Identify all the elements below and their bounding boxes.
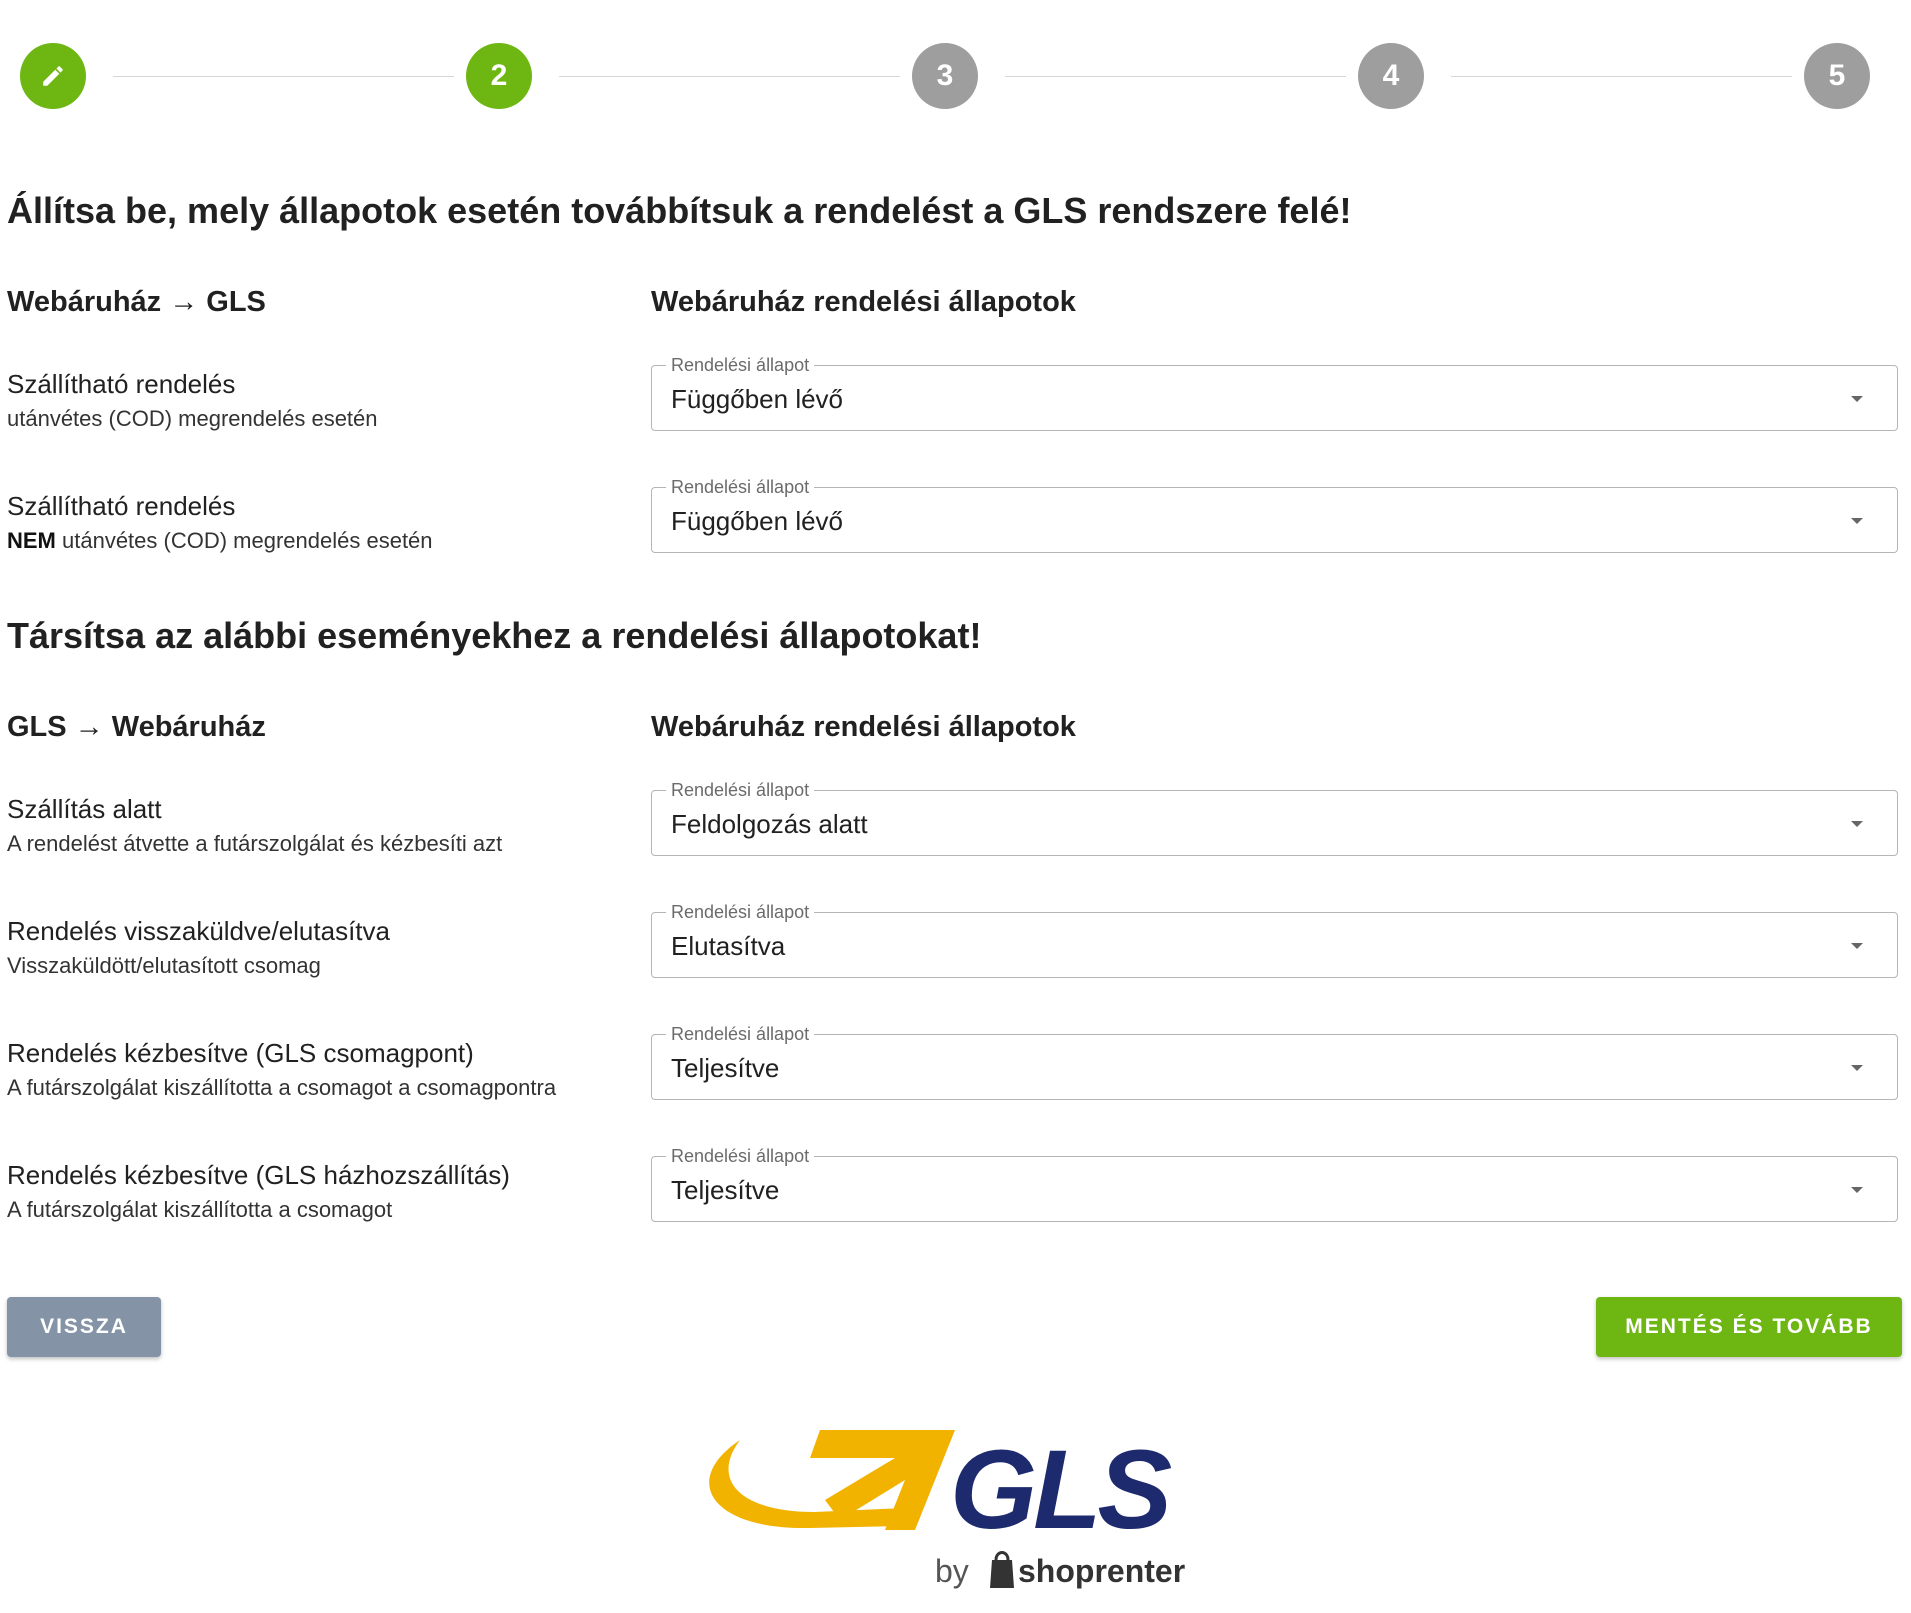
status-select-delivered-home[interactable]: Rendelési állapot Teljesítve xyxy=(651,1145,1898,1222)
step-connector xyxy=(1005,76,1346,77)
section1-title: Állítsa be, mely állapotok esetén tovább… xyxy=(7,190,1352,231)
status-select-in-transit[interactable]: Rendelési állapot Feldolgozás alatt xyxy=(651,779,1898,856)
row-desc: A futárszolgálat kiszállította a csomago… xyxy=(7,1197,393,1222)
row-delivered-parcelpoint-label: Rendelés kézbesítve (GLS csomagpont) A f… xyxy=(7,1037,556,1103)
row-desc: utánvétes (COD) megrendelés esetén xyxy=(7,406,378,431)
step-2-active[interactable]: 2 xyxy=(466,43,532,109)
select-value: Teljesítve xyxy=(671,1053,780,1083)
select-label: Rendelési állapot xyxy=(666,1023,815,1045)
select-label: Rendelési állapot xyxy=(666,476,815,498)
save-and-continue-button[interactable]: MENTÉS ÉS TOVÁBB xyxy=(1596,1297,1902,1357)
row-desc: NEM utánvétes (COD) megrendelés esetén xyxy=(7,528,433,553)
select-value: Feldolgozás alatt xyxy=(671,809,868,839)
step-1-done[interactable] xyxy=(20,43,86,109)
select-label: Rendelési állapot xyxy=(666,901,815,923)
step-4[interactable]: 4 xyxy=(1358,43,1424,109)
status-select-delivered-parcelpoint[interactable]: Rendelési állapot Teljesítve xyxy=(651,1023,1898,1100)
section1-left-header: Webáruház → GLS xyxy=(7,286,266,318)
select-label: Rendelési állapot xyxy=(666,354,815,376)
section1-right-header: Webáruház rendelési állapotok xyxy=(651,286,1076,318)
row-title: Szállítás alatt xyxy=(7,794,162,824)
stepper: 2 3 4 5 xyxy=(20,43,1875,109)
svg-text:shoprenter: shoprenter xyxy=(1018,1553,1185,1589)
row-cod-label: Szállítható rendelés utánvétes (COD) meg… xyxy=(7,368,378,434)
row-title: Rendelés kézbesítve (GLS csomagpont) xyxy=(7,1038,474,1068)
row-title: Rendelés kézbesítve (GLS házhozszállítás… xyxy=(7,1160,510,1190)
row-desc: A rendelést átvette a futárszolgálat és … xyxy=(7,831,503,856)
dropdown-arrow-icon xyxy=(1851,943,1863,949)
dropdown-arrow-icon xyxy=(1851,1187,1863,1193)
dropdown-arrow-icon xyxy=(1851,396,1863,402)
pencil-icon xyxy=(43,66,63,86)
row-non-cod-label: Szállítható rendelés NEM utánvétes (COD)… xyxy=(7,490,433,556)
row-desc: Visszaküldött/elutasított csomag xyxy=(7,953,321,978)
section2-title: Társítsa az alábbi eseményekhez a rendel… xyxy=(7,615,982,656)
status-select-returned[interactable]: Rendelési állapot Elutasítva xyxy=(651,901,1898,978)
row-delivered-home-label: Rendelés kézbesítve (GLS házhozszállítás… xyxy=(7,1159,510,1225)
step-connector xyxy=(113,76,454,77)
dropdown-arrow-icon xyxy=(1851,518,1863,524)
shoprenter-bag-icon xyxy=(990,1551,1014,1588)
select-value: Teljesítve xyxy=(671,1175,780,1205)
dropdown-arrow-icon xyxy=(1851,1065,1863,1071)
step-connector xyxy=(1451,76,1792,77)
select-value: Függőben lévő xyxy=(671,384,844,414)
status-select-non-cod[interactable]: Rendelési állapot Függőben lévő xyxy=(651,476,1898,553)
row-title: Szállítható rendelés xyxy=(7,491,236,521)
svg-text:GLS: GLS xyxy=(950,1427,1172,1552)
row-title: Rendelés visszaküldve/elutasítva xyxy=(7,916,390,946)
row-desc: A futárszolgálat kiszállította a csomago… xyxy=(7,1075,557,1100)
section2-right-header: Webáruház rendelési állapotok xyxy=(651,711,1076,743)
select-label: Rendelési állapot xyxy=(666,779,815,801)
select-value: Elutasítva xyxy=(671,931,786,961)
row-title: Szállítható rendelés xyxy=(7,369,236,399)
dropdown-arrow-icon xyxy=(1851,821,1863,827)
gls-by-shoprenter-logo: GLS by shoprenter xyxy=(700,1400,1220,1600)
step-3[interactable]: 3 xyxy=(912,43,978,109)
select-value: Függőben lévő xyxy=(671,506,844,536)
row-in-transit-label: Szállítás alatt A rendelést átvette a fu… xyxy=(7,793,502,859)
select-label: Rendelési állapot xyxy=(666,1145,815,1167)
section2-left-header: GLS → Webáruház xyxy=(7,711,266,743)
row-returned-label: Rendelés visszaküldve/elutasítva Visszak… xyxy=(7,915,390,981)
back-button[interactable]: VISSZA xyxy=(7,1297,161,1357)
gls-logo: GLS by shoprenter xyxy=(709,1427,1185,1589)
step-5[interactable]: 5 xyxy=(1804,43,1870,109)
step-connector xyxy=(559,76,900,77)
svg-text:by: by xyxy=(935,1553,969,1589)
status-select-cod[interactable]: Rendelési állapot Függőben lévő xyxy=(651,354,1898,431)
